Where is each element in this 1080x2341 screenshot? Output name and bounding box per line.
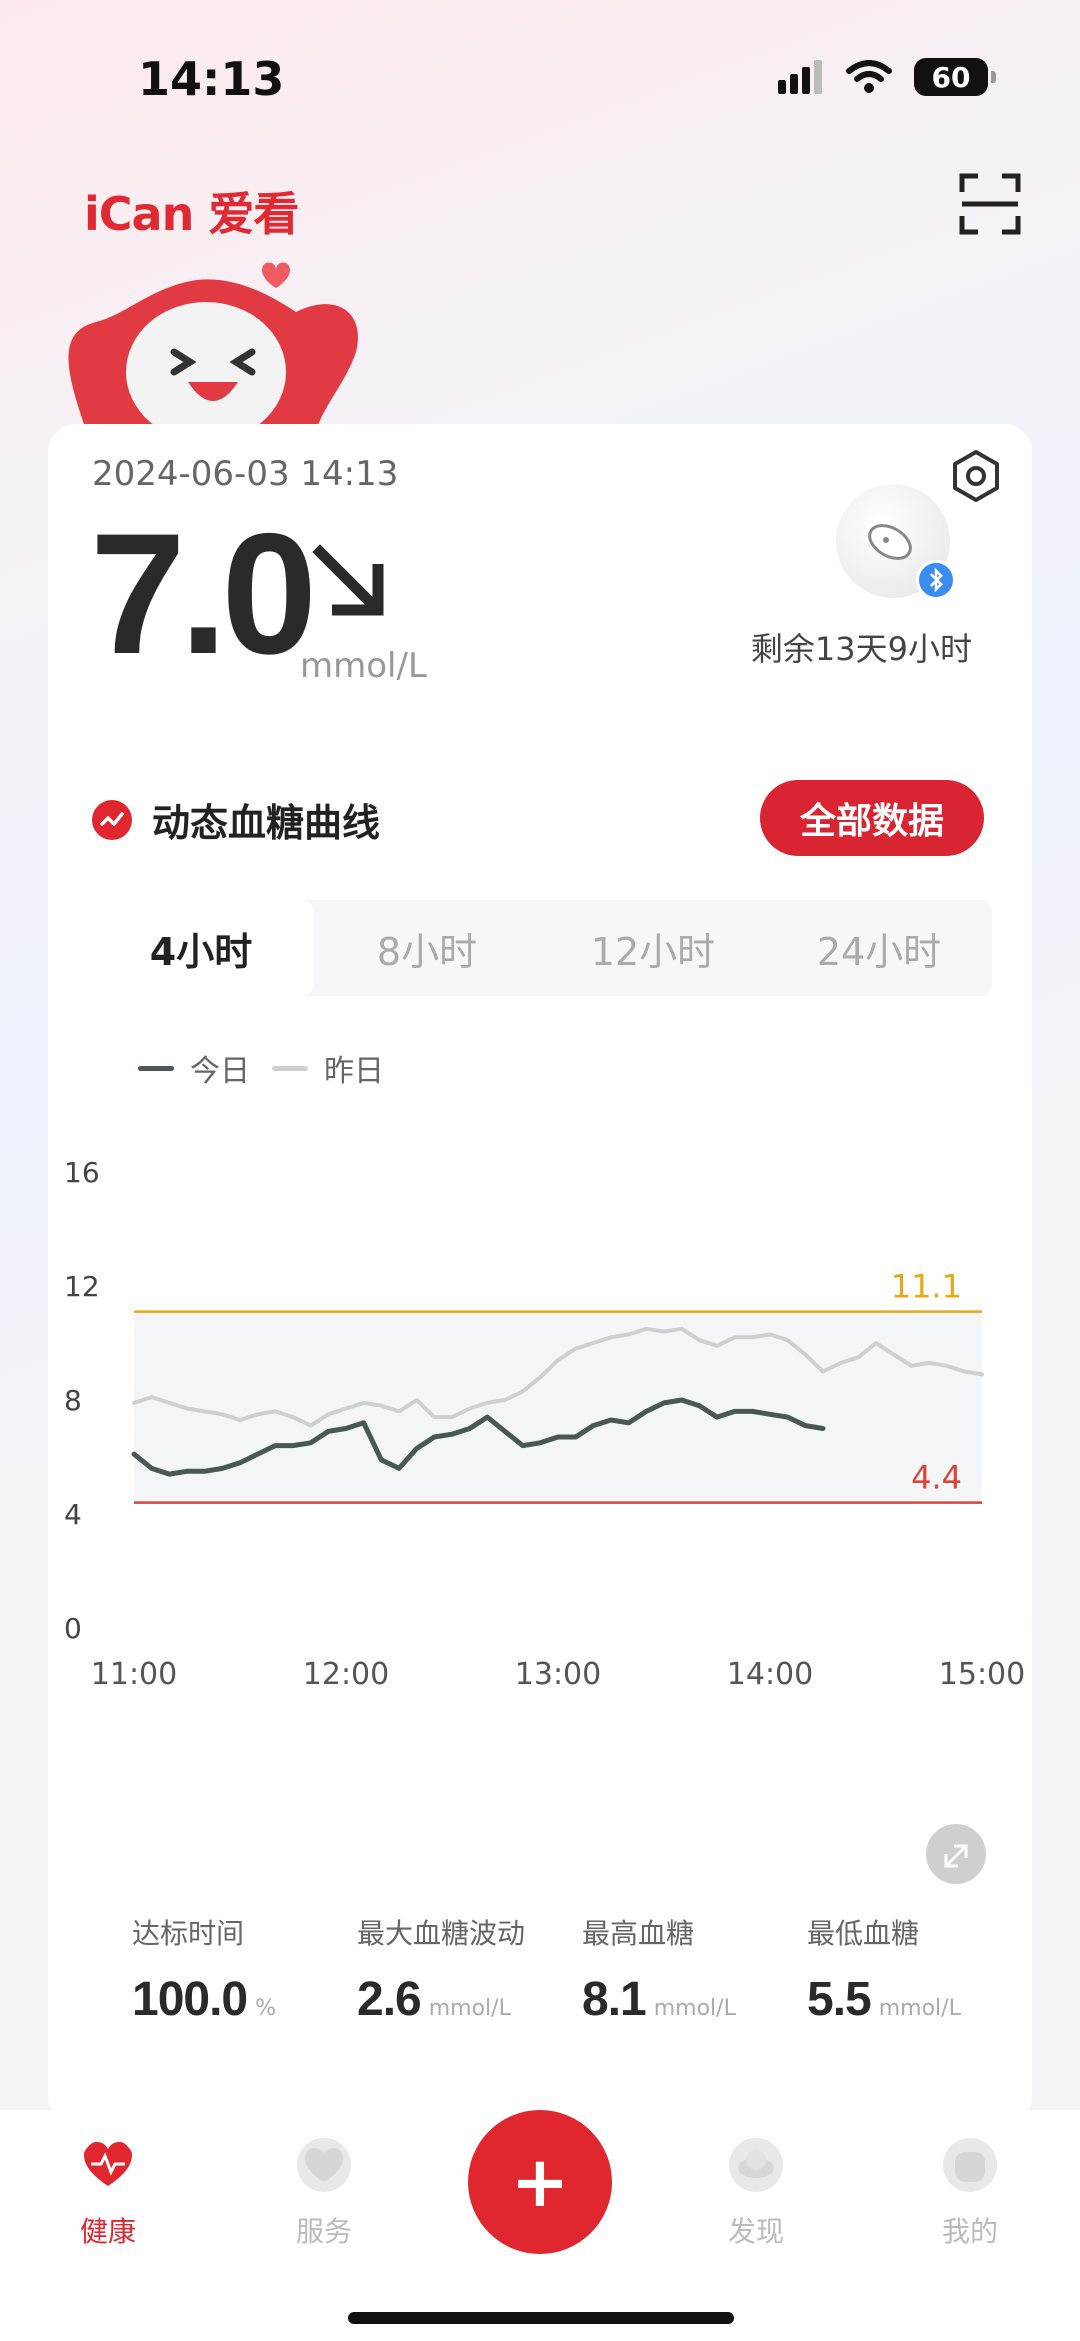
stat-label: 最高血糖 <box>582 1917 695 1950</box>
section-header: 动态血糖曲线 <box>92 792 380 847</box>
time-range-tabs: 4小时 8小时 12小时 24小时 <box>88 900 992 996</box>
status-icons: 60 <box>778 58 996 96</box>
x-tick-label: 12:00 <box>303 1657 389 1692</box>
stat-value: 100.0 <box>132 1973 248 2026</box>
nav-label: 健康 <box>79 2215 136 2248</box>
add-button[interactable]: + <box>468 2110 612 2254</box>
nav-label: 发现 <box>727 2215 784 2248</box>
stat-unit: mmol/L <box>428 1996 511 2021</box>
discover-icon <box>729 2138 783 2192</box>
glucose-value: 7.0 <box>90 498 317 690</box>
stat-value: 5.5 <box>807 1973 872 2026</box>
y-tick-label: 4 <box>64 1498 82 1531</box>
bottom-tab-bar: 健康 服务 + 发现 我的 <box>0 2110 1080 2341</box>
stats-row: 达标时间 100.0 % 最大血糖波动 2.6 mmol/L 最高血糖 8.1 … <box>48 1912 1032 2027</box>
stat-max-fluctuation: 最大血糖波动 2.6 mmol/L <box>357 1912 582 2027</box>
tab-12h[interactable]: 12小时 <box>540 900 766 996</box>
x-tick-label: 15:00 <box>939 1657 1025 1692</box>
stat-value: 2.6 <box>357 1973 422 2026</box>
trend-line-icon <box>92 799 132 840</box>
battery-icon: 60 <box>914 58 996 96</box>
arrow-down-right-icon <box>312 544 384 616</box>
mascot-illustration <box>68 262 358 430</box>
nav-label: 服务 <box>295 2215 352 2248</box>
signal-icon <box>778 60 822 94</box>
target-range-band <box>134 1311 982 1503</box>
app-logo: iCan 爱看 <box>84 178 299 244</box>
nav-mine[interactable]: 我的 <box>910 2138 1030 2250</box>
glucose-chart: 16 12 8 4 0 11.1 4.4 11:00 12:00 13:00 14:00 15:… <box>64 1156 1025 1884</box>
nav-service[interactable]: 服务 <box>264 2138 384 2250</box>
bluetooth-icon <box>916 560 956 600</box>
stat-unit: % <box>255 1996 277 2021</box>
x-tick-label: 11:00 <box>91 1657 177 1692</box>
profile-icon <box>943 2138 997 2192</box>
section-title: 动态血糖曲线 <box>152 801 381 845</box>
expand-chart-icon[interactable] <box>926 1824 986 1884</box>
x-tick-label: 13:00 <box>515 1657 601 1692</box>
y-tick-label: 0 <box>64 1612 82 1645</box>
reading-timestamp: 2024-06-03 14:13 <box>92 454 399 494</box>
low-threshold-label: 4.4 <box>911 1459 962 1497</box>
tab-4h[interactable]: 4小时 <box>88 900 314 996</box>
high-threshold-label: 11.1 <box>891 1268 962 1306</box>
x-tick-label: 14:00 <box>727 1657 813 1692</box>
nav-health[interactable]: 健康 <box>48 2138 168 2250</box>
tab-8h[interactable]: 8小时 <box>314 900 540 996</box>
nav-discover[interactable]: 发现 <box>696 2138 816 2250</box>
sensor-remaining-time: 剩余13天9小时 <box>750 630 972 668</box>
service-heart-icon <box>297 2138 351 2192</box>
stat-label: 最大血糖波动 <box>357 1917 526 1950</box>
legend-today-swatch <box>138 1065 174 1071</box>
stat-time-in-range: 达标时间 100.0 % <box>132 1912 357 2027</box>
nav-label: 我的 <box>941 2215 998 2248</box>
all-data-button[interactable]: 全部数据 <box>760 780 984 856</box>
stat-max-glucose: 最高血糖 8.1 mmol/L <box>582 1912 807 2027</box>
settings-icon[interactable] <box>948 448 1004 504</box>
stat-label: 达标时间 <box>132 1917 245 1950</box>
scan-icon[interactable] <box>958 172 1022 236</box>
stat-value: 8.1 <box>582 1973 647 2026</box>
y-axis-ticks: 16 12 8 4 0 <box>64 1156 100 1645</box>
glucose-card: 2024-06-03 14:13 7.0 mmol/L 剩余13天9小时 动态血… <box>48 424 1032 2124</box>
y-tick-label: 8 <box>64 1384 82 1417</box>
logo-text: iCan 爱看 <box>84 187 299 241</box>
glucose-unit: mmol/L <box>300 646 427 686</box>
status-bar: 14:13 60 <box>0 0 1080 160</box>
stat-unit: mmol/L <box>653 1996 736 2021</box>
stat-min-glucose: 最低血糖 5.5 mmol/L <box>807 1912 1032 2027</box>
y-tick-label: 12 <box>64 1270 100 1303</box>
x-axis-ticks: 11:00 12:00 13:00 14:00 15:00 <box>91 1657 1025 1692</box>
status-time: 14:13 <box>138 52 285 106</box>
heart-pulse-icon <box>84 2142 132 2186</box>
legend-yesterday-swatch <box>272 1065 308 1071</box>
home-indicator <box>348 2312 734 2324</box>
y-tick-label: 16 <box>64 1156 100 1189</box>
stat-label: 最低血糖 <box>807 1917 920 1950</box>
tab-24h[interactable]: 24小时 <box>766 900 992 996</box>
wifi-icon <box>846 60 892 93</box>
stat-unit: mmol/L <box>878 1996 961 2021</box>
